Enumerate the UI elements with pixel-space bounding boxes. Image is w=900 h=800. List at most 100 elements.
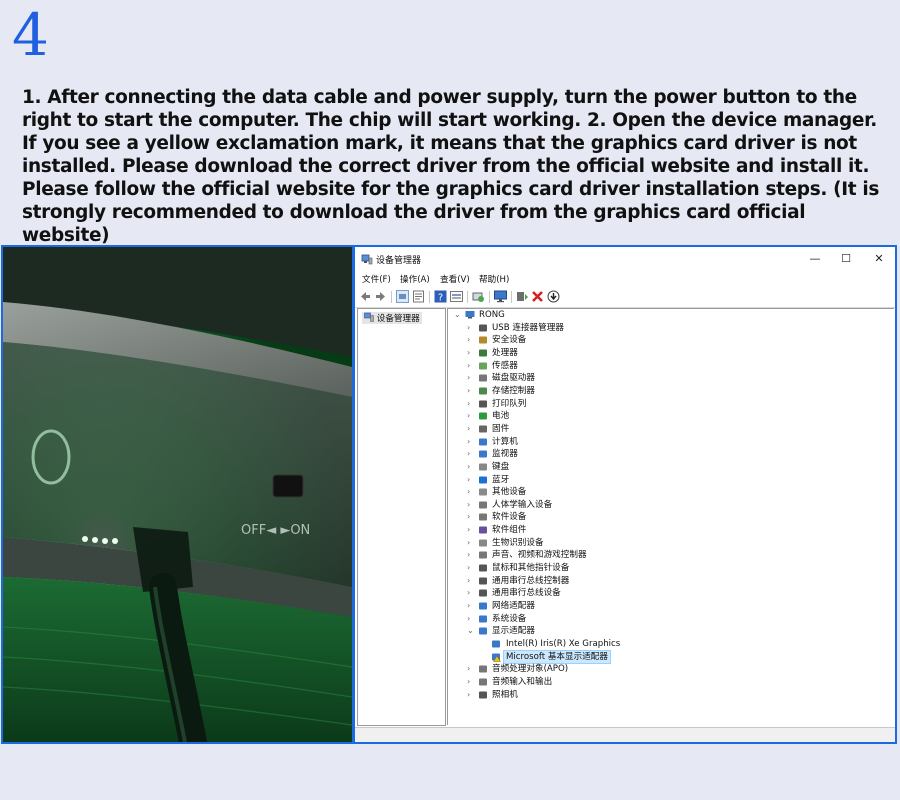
- menu-file[interactable]: 文件(F): [362, 273, 391, 285]
- tree-category-label: 音频处理对象(APO): [492, 664, 569, 675]
- resources-view-icon[interactable]: [450, 290, 463, 303]
- software-device-icon: [479, 513, 487, 521]
- tree-category-label: 网络适配器: [492, 601, 535, 611]
- tree-category-label: 存储控制器: [492, 385, 535, 396]
- tree-category-label: USB 连接器管理器: [492, 322, 564, 333]
- audio-io-icon: [479, 678, 487, 686]
- expand-chevron-icon[interactable]: ›: [467, 549, 475, 561]
- help-icon[interactable]: ?: [434, 290, 447, 303]
- network-icon: [479, 602, 487, 610]
- expand-chevron-icon[interactable]: ›: [467, 689, 475, 701]
- status-bar: [355, 727, 895, 742]
- expand-chevron-icon[interactable]: ›: [467, 398, 475, 410]
- menu-action[interactable]: 操作(A): [400, 273, 430, 285]
- tree-category-label: 安全设备: [492, 335, 527, 346]
- expand-chevron-icon[interactable]: ›: [467, 486, 475, 498]
- expand-chevron-icon[interactable]: ›: [467, 372, 475, 384]
- tree-category-label: 显示适配器: [492, 626, 535, 637]
- tree-category-label: 固件: [492, 423, 510, 434]
- expand-chevron-icon[interactable]: ›: [467, 385, 475, 397]
- expand-chevron-icon[interactable]: ›: [467, 360, 475, 372]
- camera-icon: [479, 691, 487, 698]
- minimize-button[interactable]: —: [800, 251, 830, 267]
- tree-category-label: 键盘: [492, 461, 510, 472]
- svg-text:?: ?: [438, 293, 443, 304]
- tree-category-label: 鼠标和其他指针设备: [492, 563, 570, 573]
- display-adapter-icon: [479, 627, 487, 635]
- update-driver-icon[interactable]: [516, 290, 529, 303]
- security-icon: [479, 336, 487, 344]
- biometric-icon: [479, 539, 487, 547]
- expand-chevron-icon[interactable]: ›: [467, 448, 475, 460]
- uninstall-icon[interactable]: [531, 290, 544, 303]
- printer-icon: [479, 400, 487, 408]
- monitor-icon[interactable]: [494, 290, 507, 303]
- display-adapter-icon: [492, 640, 500, 648]
- expand-chevron-icon[interactable]: ›: [467, 663, 475, 675]
- expand-chevron-icon[interactable]: ›: [467, 600, 475, 612]
- expand-chevron-icon[interactable]: ›: [467, 461, 475, 473]
- menu-help[interactable]: 帮助(H): [479, 273, 509, 285]
- tree-category-label: 其他设备: [492, 487, 527, 498]
- back-arrow-icon[interactable]: [359, 290, 372, 303]
- expand-chevron-icon[interactable]: ›: [467, 410, 475, 422]
- tree-category-label: 系统设备: [492, 613, 527, 624]
- properties-icon[interactable]: [412, 290, 425, 303]
- computer-icon: [479, 438, 487, 445]
- toolbar: ?: [355, 287, 895, 308]
- tree-category-label: 磁盘驱动器: [492, 373, 535, 384]
- system-icon: [479, 615, 487, 623]
- expand-chevron-icon[interactable]: ›: [467, 676, 475, 688]
- expand-chevron-icon[interactable]: ›: [467, 511, 475, 523]
- tree-category-label: 电池: [492, 411, 510, 422]
- expand-chevron-icon[interactable]: ›: [467, 334, 475, 346]
- tree-category-label: 监视器: [492, 449, 518, 460]
- bluetooth-icon: [479, 476, 487, 483]
- console-tree-pane: 设备管理器: [357, 308, 446, 726]
- tree-category-label: 打印队列: [492, 398, 527, 409]
- step-number: 4: [12, 1, 49, 69]
- title-bar[interactable]: 设备管理器 — ☐ ✕: [355, 247, 895, 271]
- expand-chevron-icon[interactable]: ›: [467, 436, 475, 448]
- scan-hardware-icon[interactable]: [472, 290, 485, 303]
- devices-view-icon[interactable]: [396, 290, 409, 303]
- menu-view[interactable]: 查看(V): [440, 273, 470, 285]
- expand-chevron-icon[interactable]: ›: [467, 347, 475, 359]
- maximize-button[interactable]: ☐: [831, 251, 861, 267]
- tree-device-label-selected: Microsoft 基本显示适配器: [503, 649, 611, 664]
- tree-category-label: 通用串行总线设备: [492, 588, 561, 599]
- processor-icon: [479, 349, 487, 357]
- disk-icon: [479, 374, 487, 382]
- console-tree-item-device-manager[interactable]: 设备管理器: [362, 312, 422, 324]
- usb-icon: [479, 324, 487, 332]
- audio-processing-icon: [479, 665, 487, 673]
- power-switch-label: OFF◄ ►ON: [241, 523, 310, 538]
- collapse-chevron-icon[interactable]: ⌄: [467, 625, 475, 637]
- device-photo: OFF◄ ►ON: [1, 245, 354, 744]
- expand-chevron-icon[interactable]: ›: [467, 423, 475, 435]
- usb-controller-icon: [479, 577, 487, 585]
- battery-icon: [479, 412, 487, 420]
- expand-chevron-icon[interactable]: ›: [467, 562, 475, 574]
- storage-icon: [479, 387, 487, 395]
- tree-category-label: 软件设备: [492, 512, 527, 523]
- menu-bar: 文件(F) 操作(A) 查看(V) 帮助(H): [355, 271, 895, 287]
- expand-chevron-icon[interactable]: ›: [467, 524, 475, 536]
- device-photo-illustration: OFF◄ ►ON: [3, 247, 352, 742]
- expand-chevron-icon[interactable]: ›: [467, 474, 475, 486]
- download-icon[interactable]: [547, 290, 560, 303]
- expand-chevron-icon[interactable]: ›: [467, 575, 475, 587]
- window-title: 设备管理器: [376, 256, 422, 266]
- forward-arrow-icon[interactable]: [374, 290, 387, 303]
- close-button[interactable]: ✕: [864, 251, 894, 267]
- monitor-icon: [479, 450, 487, 458]
- expand-chevron-icon[interactable]: ›: [467, 587, 475, 599]
- collapse-chevron-icon[interactable]: ⌄: [454, 309, 462, 321]
- expand-chevron-icon[interactable]: ›: [467, 499, 475, 511]
- expand-chevron-icon[interactable]: ›: [467, 613, 475, 625]
- tree-category-label: 人体学输入设备: [492, 499, 553, 510]
- expand-chevron-icon[interactable]: ›: [467, 537, 475, 549]
- expand-chevron-icon[interactable]: ›: [467, 322, 475, 334]
- other-device-icon: [479, 488, 487, 496]
- hid-icon: [479, 501, 487, 509]
